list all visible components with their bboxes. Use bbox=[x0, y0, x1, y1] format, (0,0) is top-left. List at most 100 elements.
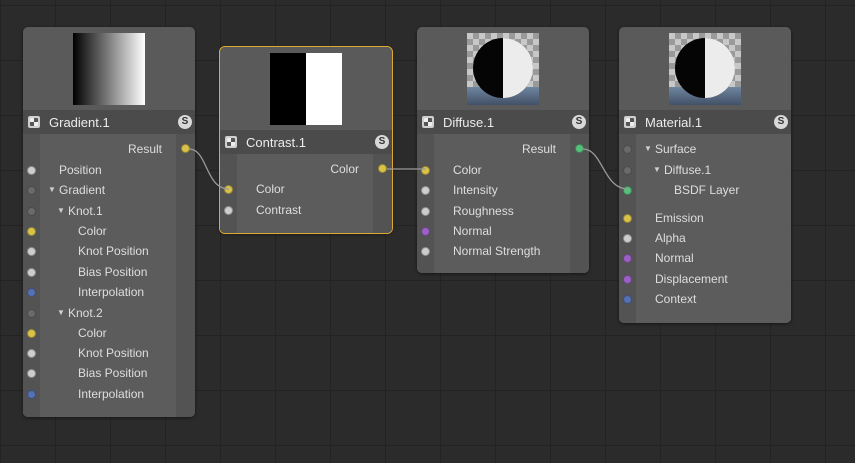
input-label: Bias Position bbox=[78, 265, 148, 279]
input-row: Knot Position bbox=[23, 343, 195, 363]
input-row: ▼ Knot.2 bbox=[23, 303, 195, 323]
input-port[interactable] bbox=[421, 166, 430, 175]
input-label: Diffuse.1 bbox=[664, 163, 712, 177]
output-label: Result bbox=[127, 142, 162, 156]
input-port[interactable] bbox=[421, 227, 430, 236]
output-row: Result bbox=[23, 139, 195, 159]
solo-button[interactable]: S bbox=[375, 135, 389, 149]
input-port[interactable] bbox=[623, 254, 632, 263]
input-row: ▼ Surface bbox=[619, 139, 791, 159]
input-row: Normal Strength bbox=[417, 241, 589, 261]
material-node-header[interactable]: Material.1 S bbox=[619, 110, 791, 134]
input-row: Normal bbox=[619, 248, 791, 268]
input-row: Emission bbox=[619, 208, 791, 228]
node-title: Diffuse.1 bbox=[443, 114, 495, 130]
expand-icon[interactable]: ▼ bbox=[644, 139, 652, 159]
input-row: Color bbox=[23, 323, 195, 343]
input-label: Gradient bbox=[59, 183, 106, 197]
input-port[interactable] bbox=[623, 186, 632, 195]
input-row: Color bbox=[220, 179, 392, 199]
gradient-node-header[interactable]: Gradient.1 S bbox=[23, 110, 195, 134]
output-label: Color bbox=[330, 162, 359, 176]
input-port[interactable] bbox=[421, 247, 430, 256]
input-row: ▼ Gradient bbox=[23, 180, 195, 200]
input-port[interactable] bbox=[421, 207, 430, 216]
input-row: Color bbox=[23, 221, 195, 241]
input-port[interactable] bbox=[27, 166, 36, 175]
contrast-node[interactable]: Contrast.1 S Color Color Contrast bbox=[219, 46, 393, 234]
input-label: Interpolation bbox=[78, 387, 145, 401]
input-port[interactable] bbox=[421, 186, 430, 195]
input-port[interactable] bbox=[623, 145, 632, 154]
input-label: BSDF Layer bbox=[674, 183, 740, 197]
input-port[interactable] bbox=[27, 309, 36, 318]
input-label: Normal Strength bbox=[453, 244, 541, 258]
input-label: Normal bbox=[655, 251, 694, 265]
input-port[interactable] bbox=[27, 186, 36, 195]
expand-icon[interactable]: ▼ bbox=[653, 160, 661, 180]
input-port[interactable] bbox=[27, 288, 36, 297]
output-port[interactable] bbox=[575, 144, 584, 153]
input-port[interactable] bbox=[27, 207, 36, 216]
input-label: Position bbox=[59, 163, 102, 177]
input-label: Knot.2 bbox=[68, 306, 103, 320]
input-row: Context bbox=[619, 289, 791, 309]
input-port[interactable] bbox=[623, 166, 632, 175]
contrast-node-header[interactable]: Contrast.1 S bbox=[220, 130, 392, 154]
expand-icon[interactable]: ▼ bbox=[48, 180, 56, 200]
input-label: Emission bbox=[655, 211, 704, 225]
gradient-preview bbox=[73, 33, 145, 105]
input-port[interactable] bbox=[623, 295, 632, 304]
diffuse-node[interactable]: Diffuse.1 S Result Color Intensity Rough… bbox=[417, 27, 589, 273]
input-port[interactable] bbox=[27, 329, 36, 338]
output-label: Result bbox=[521, 142, 556, 156]
input-row: Knot Position bbox=[23, 241, 195, 261]
input-label: Surface bbox=[655, 142, 697, 156]
input-label: Knot.1 bbox=[68, 204, 103, 218]
input-port[interactable] bbox=[623, 214, 632, 223]
input-label: Intensity bbox=[453, 183, 498, 197]
input-label: Knot Position bbox=[78, 244, 149, 258]
input-label: Color bbox=[78, 326, 107, 340]
input-label: Color bbox=[453, 163, 482, 177]
gradient-node[interactable]: Gradient.1 S Result Position ▼ Gradient … bbox=[23, 27, 195, 417]
input-port[interactable] bbox=[623, 275, 632, 284]
diffuse-preview bbox=[467, 33, 539, 105]
solo-button[interactable]: S bbox=[774, 115, 788, 129]
node-title: Gradient.1 bbox=[49, 114, 110, 130]
input-port[interactable] bbox=[27, 268, 36, 277]
contrast-preview bbox=[270, 53, 342, 125]
expand-icon[interactable]: ▼ bbox=[57, 201, 65, 221]
input-port[interactable] bbox=[27, 227, 36, 236]
input-port[interactable] bbox=[27, 369, 36, 378]
input-label: Knot Position bbox=[78, 346, 149, 360]
input-label: Roughness bbox=[453, 204, 514, 218]
input-label: Normal bbox=[453, 224, 492, 238]
material-node[interactable]: Material.1 S ▼ Surface ▼ Diffuse.1 BSDF … bbox=[619, 27, 791, 323]
shader-icon bbox=[624, 116, 636, 128]
node-title: Contrast.1 bbox=[246, 134, 306, 150]
input-row: Alpha bbox=[619, 228, 791, 248]
solo-button[interactable]: S bbox=[178, 115, 192, 129]
diffuse-node-header[interactable]: Diffuse.1 S bbox=[417, 110, 589, 134]
solo-button[interactable]: S bbox=[572, 115, 586, 129]
material-preview bbox=[669, 33, 741, 105]
output-row: Color bbox=[220, 159, 392, 179]
input-port[interactable] bbox=[27, 390, 36, 399]
input-row: Roughness bbox=[417, 201, 589, 221]
input-port[interactable] bbox=[623, 234, 632, 243]
output-row: Result bbox=[417, 139, 589, 159]
input-port[interactable] bbox=[224, 185, 233, 194]
expand-icon[interactable]: ▼ bbox=[57, 303, 65, 323]
input-port[interactable] bbox=[27, 247, 36, 256]
output-port[interactable] bbox=[181, 144, 190, 153]
input-row: Interpolation bbox=[23, 384, 195, 404]
input-row: Displacement bbox=[619, 269, 791, 289]
input-label: Color bbox=[256, 182, 285, 196]
input-port[interactable] bbox=[224, 206, 233, 215]
input-row: Bias Position bbox=[23, 262, 195, 282]
input-port[interactable] bbox=[27, 349, 36, 358]
input-label: Contrast bbox=[256, 203, 302, 217]
output-port[interactable] bbox=[378, 164, 387, 173]
shader-icon bbox=[28, 116, 40, 128]
